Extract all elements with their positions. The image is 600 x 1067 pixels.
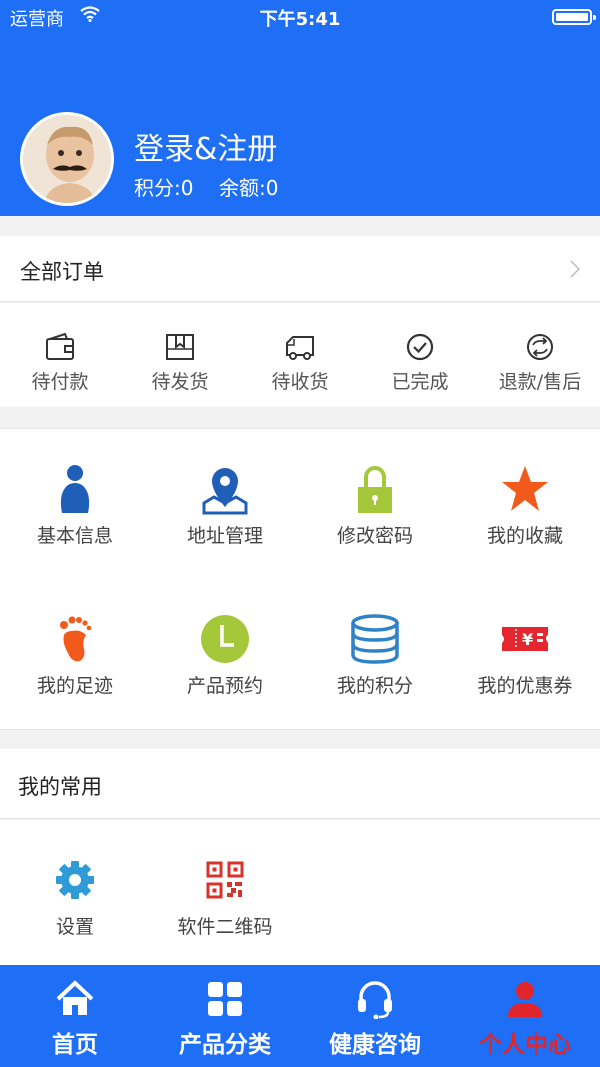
tab-label: 健康咨询 [329, 1032, 421, 1058]
tab-health-consult[interactable]: 健康咨询 [300, 965, 450, 1067]
svg-text:¥: ¥ [522, 630, 533, 649]
coins-icon [351, 614, 399, 664]
chevron-right-icon [570, 260, 580, 278]
feature-label: 我的足迹 [36, 675, 113, 697]
map-pin-icon [202, 468, 248, 515]
common-section-header: 我的常用 [0, 749, 600, 819]
tab-profile[interactable]: 个人中心 [450, 965, 600, 1067]
truck-icon [286, 336, 314, 360]
common-settings[interactable]: 设置 [0, 820, 150, 970]
order-refund[interactable]: 退款/售后 [480, 303, 600, 407]
feature-footprints[interactable]: 我的足迹 [0, 579, 150, 729]
order-pending-payment[interactable]: 待付款 [0, 303, 120, 407]
login-register-link[interactable]: 登录&注册 [134, 124, 277, 168]
headset-icon [358, 981, 392, 1019]
wallet-icon [46, 333, 74, 360]
all-orders-row[interactable]: 全部订单 [0, 236, 600, 302]
footprint-icon [60, 616, 92, 662]
check-circle-icon [406, 333, 434, 361]
avatar-image [23, 115, 111, 203]
feature-label: 修改密码 [336, 525, 413, 547]
tab-label: 产品分类 [179, 1032, 271, 1058]
tab-label: 首页 [52, 1032, 98, 1058]
common-qr-code[interactable]: 软件二维码 [150, 820, 300, 970]
lock-icon [358, 466, 392, 513]
feature-label: 产品预约 [186, 675, 263, 697]
grid-icon [208, 982, 242, 1016]
feature-coupons[interactable]: ¥ 我的优惠券 [450, 579, 600, 729]
all-orders-title: 全部订单 [20, 260, 104, 284]
coupon-icon: ¥ [502, 627, 548, 651]
feature-address[interactable]: 地址管理 [150, 429, 300, 579]
feature-label: 地址管理 [186, 525, 263, 547]
home-icon [56, 980, 94, 1015]
star-icon [502, 466, 548, 511]
clock: 下午5:41 [259, 9, 341, 30]
order-item-label: 待收货 [271, 371, 329, 393]
profile-header: 运营商 下午5:41 登录&注册 积分:0 余额:0 [0, 0, 600, 216]
feature-grid: 基本信息 地址管理 修改密码 我的收藏 我的足迹 产品预约 我的积分 ¥ 我的优… [0, 428, 600, 730]
common-item-label: 软件二维码 [177, 916, 273, 938]
bottom-tab-bar: 首页 产品分类 健康咨询 个人中心 [0, 965, 600, 1067]
balance-label: 余额:0 [219, 176, 279, 200]
battery-icon [552, 9, 596, 25]
tab-categories[interactable]: 产品分类 [150, 965, 300, 1067]
refund-icon [527, 334, 553, 360]
order-item-label: 退款/售后 [498, 371, 582, 393]
order-item-label: 待付款 [31, 371, 89, 393]
order-item-label: 已完成 [391, 371, 449, 393]
points-label: 积分:0 [134, 176, 194, 200]
feature-change-password[interactable]: 修改密码 [300, 429, 450, 579]
order-pending-shipment[interactable]: 待发货 [120, 303, 240, 407]
order-status-row: 待付款 待发货 待收货 已完成 退款/售后 [0, 303, 600, 407]
status-bar: 运营商 下午5:41 [0, 0, 600, 34]
order-pending-receipt[interactable]: 待收货 [240, 303, 360, 407]
clock-icon [201, 615, 249, 663]
order-completed[interactable]: 已完成 [360, 303, 480, 407]
common-items-row: 设置 软件二维码 [0, 820, 600, 965]
avatar[interactable] [20, 112, 114, 206]
tab-home[interactable]: 首页 [0, 965, 150, 1067]
feature-label: 我的积分 [336, 675, 413, 697]
feature-favorites[interactable]: 我的收藏 [450, 429, 600, 579]
person-icon [60, 465, 90, 513]
qr-code-icon [206, 861, 244, 899]
feature-label: 我的收藏 [486, 525, 563, 547]
order-item-label: 待发货 [151, 371, 209, 393]
feature-label: 基本信息 [36, 525, 113, 547]
feature-points[interactable]: 我的积分 [300, 579, 450, 729]
common-section-title: 我的常用 [18, 775, 102, 799]
gear-icon [56, 861, 94, 899]
feature-appointment[interactable]: 产品预约 [150, 579, 300, 729]
user-icon [508, 982, 542, 1017]
tab-label: 个人中心 [479, 1032, 571, 1058]
feature-label: 我的优惠券 [477, 675, 573, 697]
common-item-label: 设置 [55, 916, 94, 938]
feature-basic-info[interactable]: 基本信息 [0, 429, 150, 579]
package-icon [166, 334, 194, 360]
